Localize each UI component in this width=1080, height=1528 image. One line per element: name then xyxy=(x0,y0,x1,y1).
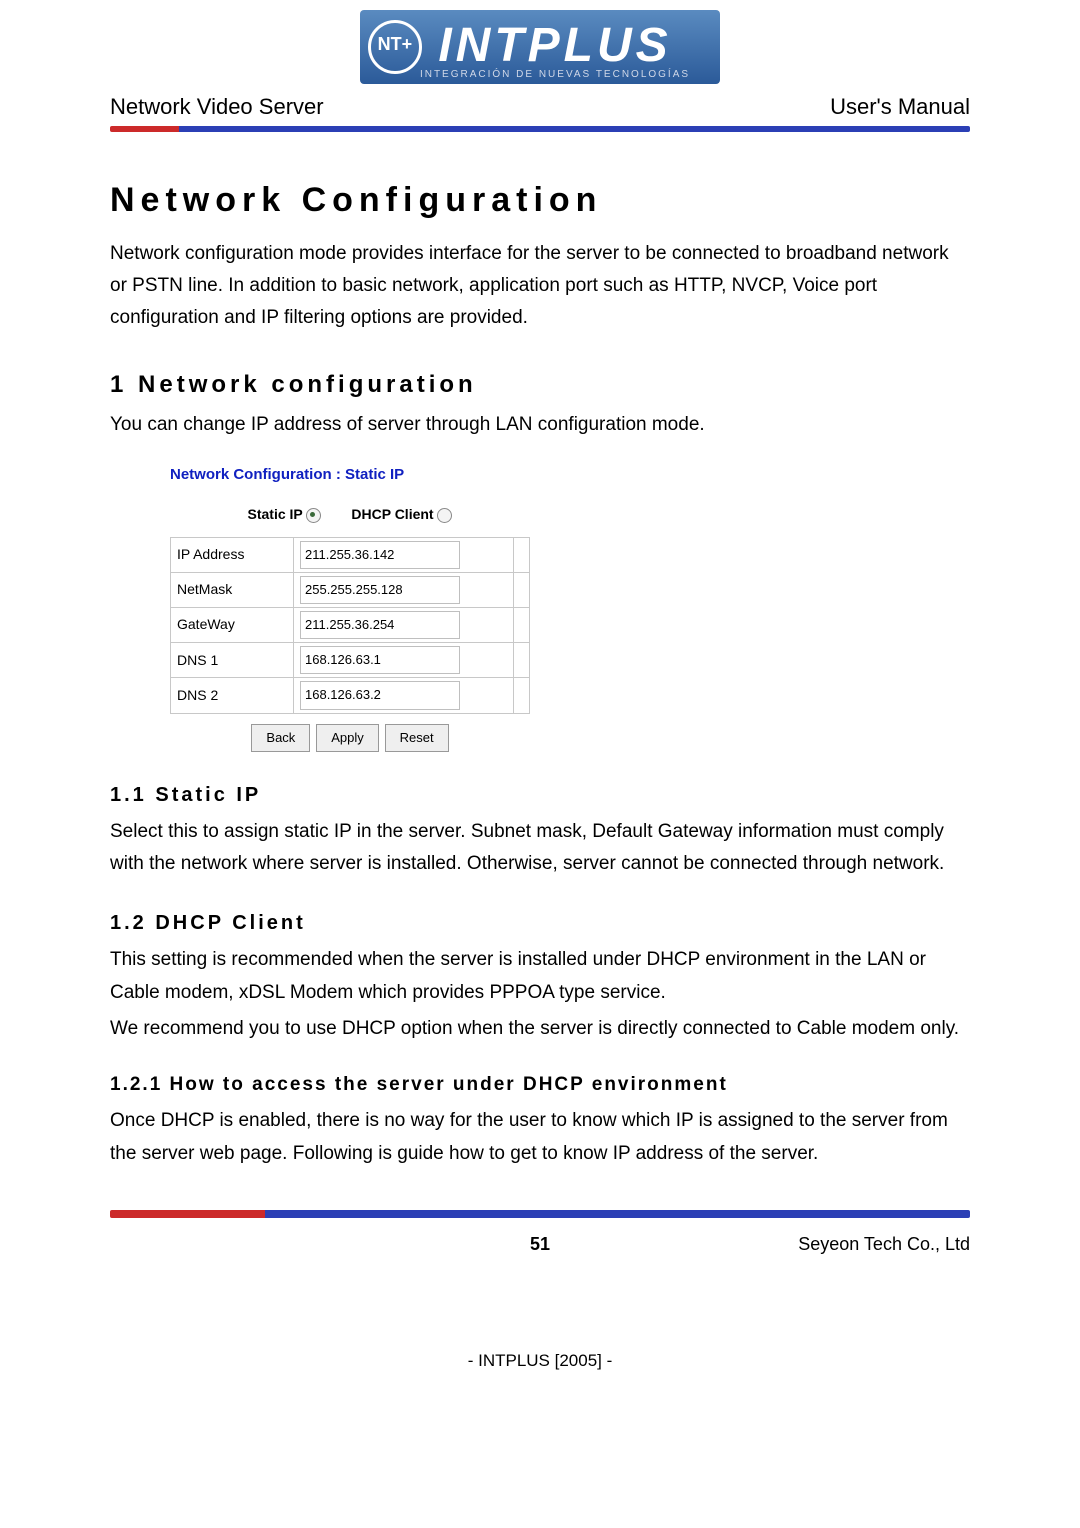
config-table: IP Address 211.255.36.142 NetMask 255.25… xyxy=(170,537,530,713)
header-divider xyxy=(110,126,970,132)
radio-static-ip-label: Static IP xyxy=(248,506,303,522)
gateway-label: GateWay xyxy=(171,608,294,643)
section-1-paragraph: You can change IP address of server thro… xyxy=(110,409,970,441)
dns2-label: DNS 2 xyxy=(171,678,294,713)
dns2-input[interactable]: 168.126.63.2 xyxy=(300,681,460,709)
reset-button[interactable]: Reset xyxy=(385,724,449,752)
page-number: 51 xyxy=(530,1234,550,1255)
radio-static-ip[interactable]: Static IP xyxy=(248,503,322,527)
section-1-1-paragraph: Select this to assign static IP in the s… xyxy=(110,816,970,881)
table-row: GateWay 211.255.36.254 xyxy=(171,608,530,643)
dns1-label: DNS 1 xyxy=(171,643,294,678)
brand-badge-icon: NT+ xyxy=(368,20,422,74)
apply-button[interactable]: Apply xyxy=(316,724,379,752)
page-title: Network Configuration xyxy=(110,172,970,230)
header-right: User's Manual xyxy=(830,94,970,120)
radio-dhcp-client[interactable]: DHCP Client xyxy=(351,503,452,527)
ip-address-label: IP Address xyxy=(171,538,294,573)
gateway-input[interactable]: 211.255.36.254 xyxy=(300,611,460,639)
radio-icon xyxy=(437,508,452,523)
brand-name: INTPLUS xyxy=(438,19,671,72)
radio-dhcp-client-label: DHCP Client xyxy=(351,506,433,522)
section-1-2-heading: 1.2 DHCP Client xyxy=(110,906,970,940)
table-row: IP Address 211.255.36.142 xyxy=(171,538,530,573)
table-row: DNS 1 168.126.63.1 xyxy=(171,643,530,678)
back-button[interactable]: Back xyxy=(251,724,310,752)
section-1-1-heading: 1.1 Static IP xyxy=(110,778,970,812)
dns1-input[interactable]: 168.126.63.1 xyxy=(300,646,460,674)
table-row: NetMask 255.255.255.128 xyxy=(171,573,530,608)
footer-divider xyxy=(110,1210,970,1218)
intro-paragraph: Network configuration mode provides inte… xyxy=(110,238,970,335)
section-1-2-paragraph-1: This setting is recommended when the ser… xyxy=(110,944,970,1009)
section-1-2-paragraph-2: We recommend you to use DHCP option when… xyxy=(110,1013,970,1045)
config-panel-title: Network Configuration : Static IP xyxy=(170,462,530,488)
netmask-input[interactable]: 255.255.255.128 xyxy=(300,576,460,604)
section-1-2-1-paragraph: Once DHCP is enabled, there is no way fo… xyxy=(110,1105,970,1170)
section-1-2-1-heading: 1.2.1 How to access the server under DHC… xyxy=(110,1069,970,1101)
brand-tagline: INTEGRACIÓN DE NUEVAS TECNOLOGÍAS xyxy=(420,69,690,80)
footer-copyright: - INTPLUS [2005] - xyxy=(0,1351,1080,1411)
netmask-label: NetMask xyxy=(171,573,294,608)
ip-address-input[interactable]: 211.255.36.142 xyxy=(300,541,460,569)
brand-logo: NT+ INTPLUS INTEGRACIÓN DE NUEVAS TECNOL… xyxy=(0,0,1080,84)
table-row: DNS 2 168.126.63.2 xyxy=(171,678,530,713)
header-left: Network Video Server xyxy=(110,94,324,120)
config-panel: Network Configuration : Static IP Static… xyxy=(170,462,530,752)
radio-icon xyxy=(306,508,321,523)
section-1-heading: 1 Network configuration xyxy=(110,365,970,406)
footer-company: Seyeon Tech Co., Ltd xyxy=(770,1234,970,1255)
